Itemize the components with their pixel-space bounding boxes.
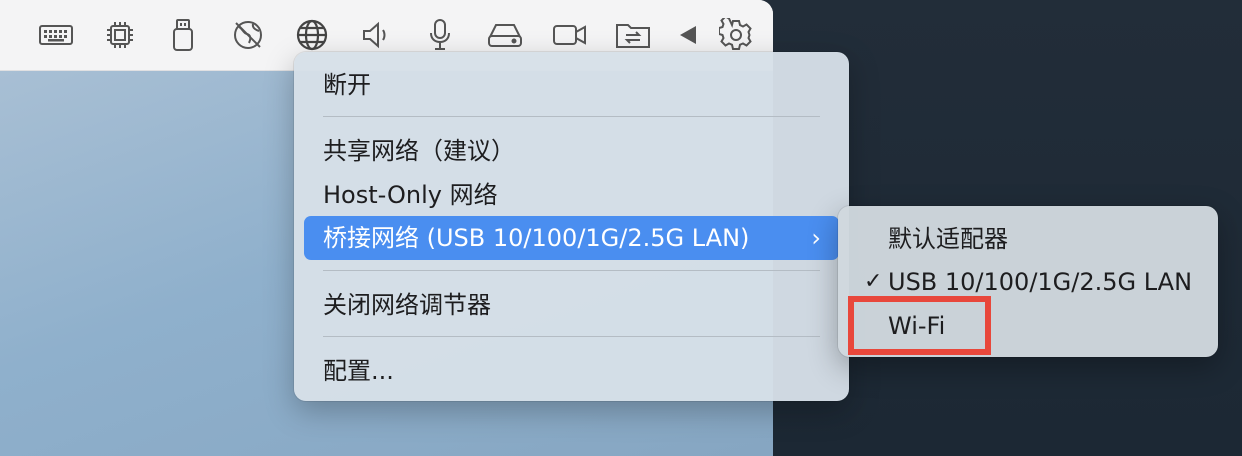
camera-icon[interactable] (550, 15, 590, 55)
speaker-icon[interactable] (356, 15, 396, 55)
menu-item-bridged-network[interactable]: 桥接网络 (USB 10/100/1G/2.5G LAN) › (304, 216, 839, 260)
menu-item-label: 关闭网络调节器 (323, 291, 491, 319)
menu-item-configure[interactable]: 配置... (304, 349, 839, 393)
microphone-icon[interactable] (420, 15, 460, 55)
play-arrow-icon[interactable] (668, 15, 708, 55)
menu-item-label: Host-Only 网络 (323, 181, 498, 209)
gear-icon[interactable] (716, 15, 756, 55)
menu-item-label: 配置... (323, 357, 394, 385)
keyboard-icon[interactable] (36, 15, 76, 55)
menu-item-label: 断开 (323, 71, 371, 99)
submenu-item-default-adapter[interactable]: 默认适配器 (848, 218, 1208, 260)
menu-separator (323, 336, 820, 337)
usb-drive-icon[interactable] (163, 15, 203, 55)
menu-separator (323, 116, 820, 117)
shared-folder-icon[interactable] (613, 15, 653, 55)
menu-item-label: 桥接网络 (USB 10/100/1G/2.5G LAN) (323, 224, 750, 252)
chevron-right-icon: › (811, 224, 821, 252)
cpu-icon[interactable] (100, 15, 140, 55)
submenu-item-label: USB 10/100/1G/2.5G LAN (888, 268, 1193, 296)
menu-item-shared-network[interactable]: 共享网络（建议） (304, 129, 839, 173)
globe-icon[interactable] (292, 15, 332, 55)
menu-item-disconnect[interactable]: 断开 (304, 63, 839, 107)
network-menu: 断开 共享网络（建议） Host-Only 网络 桥接网络 (USB 10/10… (294, 52, 849, 401)
network-disabled-icon[interactable] (228, 15, 268, 55)
submenu-item-label: 默认适配器 (888, 225, 1008, 253)
menu-item-close-conditioner[interactable]: 关闭网络调节器 (304, 283, 839, 327)
disk-drive-icon[interactable] (485, 15, 525, 55)
annotation-highlight-box (848, 296, 991, 355)
menu-item-label: 共享网络（建议） (323, 137, 515, 165)
menu-separator (323, 270, 820, 271)
menu-item-host-only[interactable]: Host-Only 网络 (304, 173, 839, 217)
